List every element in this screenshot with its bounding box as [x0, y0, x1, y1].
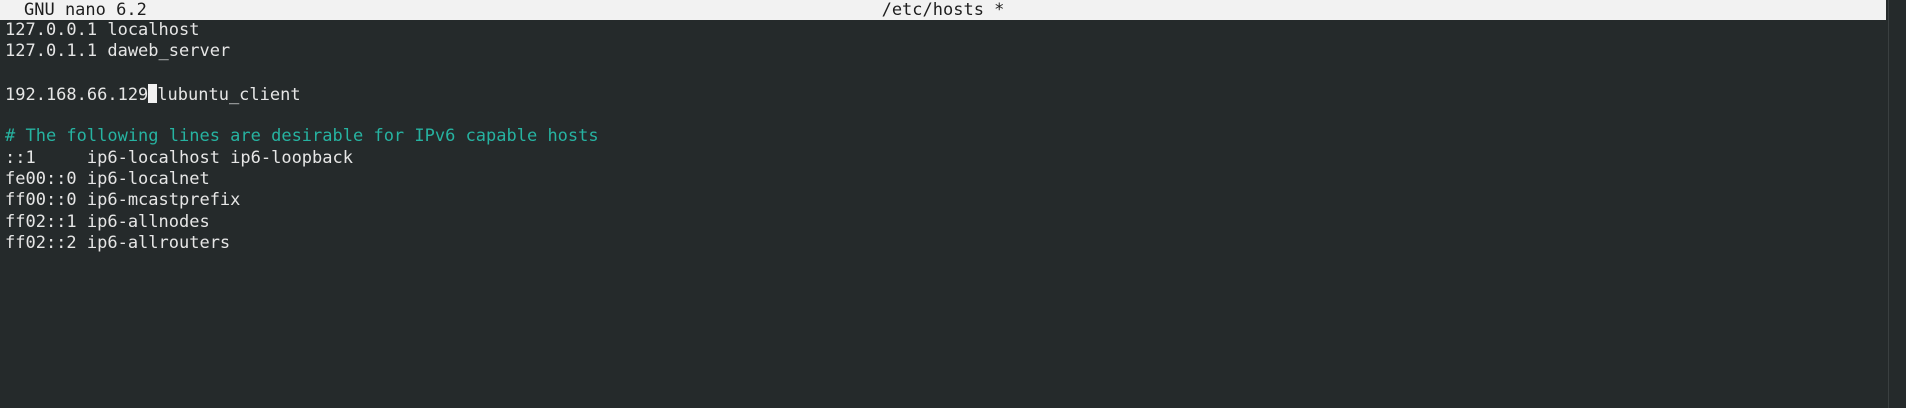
editor-text-area[interactable]: 127.0.0.1 localhost 127.0.1.1 daweb_serv…	[5, 20, 1885, 254]
title-bar: GNU nano 6.2 /etc/hosts *	[0, 0, 1886, 20]
cursor-line[interactable]: 192.168.66.129 lubuntu_client	[5, 83, 1885, 105]
text-cursor	[148, 83, 158, 103]
scrollbar-divider	[1888, 0, 1889, 408]
file-name: /etc/hosts *	[881, 0, 1005, 20]
text-line[interactable]: ff00::0 ip6-mcastprefix	[5, 190, 1885, 211]
cursor-line-after: lubuntu_client	[157, 84, 301, 105]
text-line[interactable]: ::1 ip6-localhost ip6-loopback	[5, 148, 1885, 169]
text-line[interactable]: 127.0.0.1 localhost	[5, 20, 1885, 41]
text-line[interactable]	[5, 105, 1885, 126]
text-line[interactable]	[5, 63, 1885, 84]
text-line[interactable]: fe00::0 ip6-localnet	[5, 169, 1885, 190]
text-line[interactable]: 127.0.1.1 daweb_server	[5, 41, 1885, 62]
text-line[interactable]: ff02::1 ip6-allnodes	[5, 212, 1885, 233]
comment-line[interactable]: # The following lines are desirable for …	[5, 126, 1885, 147]
cursor-line-before: 192.168.66.129	[5, 84, 149, 105]
text-line[interactable]: ff02::2 ip6-allrouters	[5, 233, 1885, 254]
